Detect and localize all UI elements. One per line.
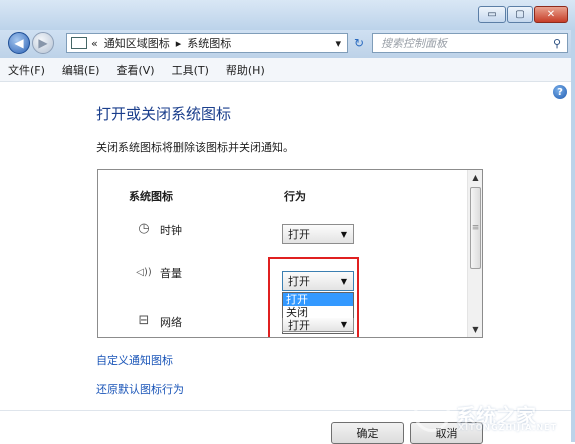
breadcrumb-separator[interactable]: ▸ <box>176 37 182 50</box>
maximize-button[interactable]: ▢ <box>507 6 533 23</box>
menu-view[interactable]: 查看(V) <box>116 62 154 78</box>
search-placeholder: 搜索控制面板 <box>381 37 447 50</box>
search-icon[interactable]: ⚲ <box>553 37 561 50</box>
breadcrumb-system-icons[interactable]: 系统图标 <box>187 35 231 51</box>
address-row: ◀ ▶ « 通知区域图标 ▸ 系统图标 ▾ ↻ 搜索控制面板 ⚲ <box>0 30 575 58</box>
refresh-icon[interactable]: ↻ <box>350 34 368 52</box>
forward-button[interactable]: ▶ <box>32 32 54 54</box>
scroll-up-icon[interactable]: ▲ <box>468 170 482 185</box>
minimize-button[interactable]: ▭ <box>478 6 506 23</box>
ok-button[interactable]: 确定 <box>331 422 404 444</box>
scroll-down-icon[interactable]: ▼ <box>468 322 482 337</box>
restore-default-behavior-link[interactable]: 还原默认图标行为 <box>96 381 184 397</box>
title-bar: ▭ ▢ ✕ <box>0 0 575 30</box>
column-header-behavior: 行为 <box>284 190 306 203</box>
address-dropdown-icon[interactable]: ▾ <box>335 37 341 50</box>
clock-behavior-value: 打开 <box>288 228 310 241</box>
vertical-scrollbar[interactable]: ▲ ≡ ▼ <box>467 170 482 337</box>
page-subtitle: 关闭系统图标将删除该图标并关闭通知。 <box>96 141 294 154</box>
watermark-logo-icon <box>414 396 450 432</box>
breadcrumb-notification-icons[interactable]: 通知区域图标 <box>104 35 170 51</box>
page-title: 打开或关闭系统图标 <box>96 105 232 123</box>
search-input[interactable]: 搜索控制面板 ⚲ <box>372 33 568 53</box>
customize-notification-icons-link[interactable]: 自定义通知图标 <box>96 352 173 368</box>
breadcrumb-overflow[interactable]: « <box>91 37 98 50</box>
row-name-volume: 音量 <box>160 267 182 280</box>
menu-file[interactable]: 文件(F) <box>8 62 45 78</box>
menu-edit[interactable]: 编辑(E) <box>62 62 100 78</box>
clock-icon: ◷ <box>138 220 150 236</box>
watermark-subtext: XITONGZHIJIA.NET <box>458 423 558 432</box>
row-name-network: 网络 <box>160 316 182 329</box>
row-name-clock: 时钟 <box>160 224 182 237</box>
clock-behavior-select[interactable]: 打开 ▼ <box>282 224 354 244</box>
back-button[interactable]: ◀ <box>8 32 30 54</box>
column-header-icon: 系统图标 <box>129 190 173 203</box>
scroll-thumb[interactable]: ≡ <box>470 187 481 269</box>
menu-help[interactable]: 帮助(H) <box>226 62 265 78</box>
close-button[interactable]: ✕ <box>534 6 568 23</box>
help-icon[interactable]: ? <box>553 85 567 99</box>
chevron-down-icon: ▼ <box>340 230 347 239</box>
address-bar[interactable]: « 通知区域图标 ▸ 系统图标 ▾ <box>66 33 348 53</box>
highlight-box <box>268 257 359 337</box>
back-arrow-icon: ◀ <box>14 36 24 50</box>
network-icon: ⊟ <box>138 312 150 328</box>
menu-bar: 文件(F) 编辑(E) 查看(V) 工具(T) 帮助(H) <box>0 58 575 82</box>
menu-tools[interactable]: 工具(T) <box>172 62 209 78</box>
watermark: 系统之家 XITONGZHIJIA.NET <box>414 389 574 439</box>
forward-arrow-icon: ▶ <box>38 36 48 50</box>
volume-icon: ◁)) <box>136 266 152 278</box>
computer-icon <box>71 37 87 49</box>
system-icons-panel: 系统图标 行为 ◷ 时钟 打开 ▼ ◁)) 音量 打开 ▼ 打开 关闭 ⊟ 网络… <box>97 169 483 338</box>
grip-icon: ≡ <box>471 223 480 233</box>
window-border <box>571 30 575 442</box>
